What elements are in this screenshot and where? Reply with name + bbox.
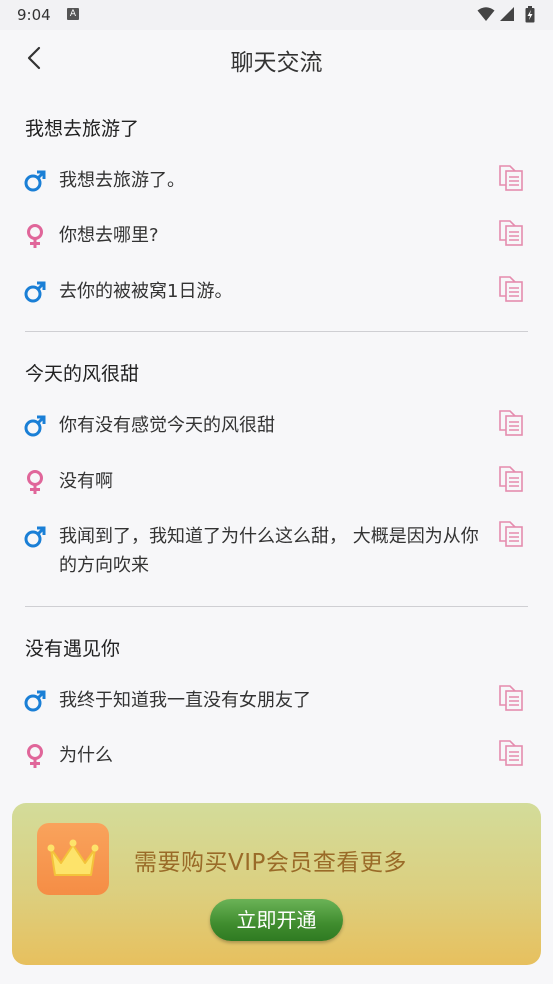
copy-icon[interactable] bbox=[497, 739, 525, 767]
copy-icon[interactable] bbox=[497, 465, 525, 493]
message-text: 去你的被被窝1日游。 bbox=[59, 281, 233, 302]
vip-banner: 需要购买VIP会员查看更多 立即开通 bbox=[12, 803, 541, 965]
vip-icon-box bbox=[37, 823, 109, 895]
male-icon bbox=[24, 170, 46, 192]
female-icon bbox=[27, 470, 43, 494]
wifi-icon bbox=[477, 7, 495, 21]
vip-text: 需要购买VIP会员查看更多 bbox=[134, 850, 407, 876]
section-title: 我想去旅游了 bbox=[25, 118, 140, 140]
female-icon bbox=[27, 224, 43, 248]
copy-icon[interactable] bbox=[497, 164, 525, 192]
male-icon bbox=[24, 690, 46, 712]
message-text: 没有啊 bbox=[59, 471, 113, 492]
message-text: 我想去旅游了。 bbox=[59, 170, 185, 191]
male-icon bbox=[24, 526, 46, 548]
battery-icon bbox=[525, 6, 535, 23]
message-text: 为什么 bbox=[59, 745, 113, 766]
divider bbox=[25, 331, 528, 332]
female-icon bbox=[27, 744, 43, 768]
section-title: 今天的风很甜 bbox=[25, 363, 140, 385]
status-bar: 9:04 A bbox=[0, 0, 553, 30]
crown-icon bbox=[47, 839, 99, 876]
divider bbox=[25, 606, 528, 607]
copy-icon[interactable] bbox=[497, 219, 525, 247]
message-text: 你想去哪里? bbox=[59, 225, 159, 246]
male-icon bbox=[24, 281, 46, 303]
message-text: 我闻到了，我知道了为什么这么甜， 大概是因为从你的方向吹来 bbox=[59, 526, 479, 576]
copy-icon[interactable] bbox=[497, 275, 525, 303]
notification-a-icon: A bbox=[67, 8, 79, 20]
page-title: 聊天交流 bbox=[230, 50, 323, 76]
nav-bar: 聊天交流 bbox=[0, 30, 553, 86]
copy-icon[interactable] bbox=[497, 520, 525, 548]
male-icon bbox=[24, 415, 46, 437]
activate-vip-button[interactable]: 立即开通 bbox=[210, 899, 343, 941]
status-time: 9:04 bbox=[17, 6, 51, 24]
section-title: 没有遇见你 bbox=[25, 638, 121, 660]
message-text: 我终于知道我一直没有女朋友了 bbox=[59, 690, 311, 711]
copy-icon[interactable] bbox=[497, 409, 525, 437]
signal-icon bbox=[500, 7, 514, 21]
copy-icon[interactable] bbox=[497, 684, 525, 712]
message-text: 你有没有感觉今天的风很甜 bbox=[59, 415, 275, 436]
